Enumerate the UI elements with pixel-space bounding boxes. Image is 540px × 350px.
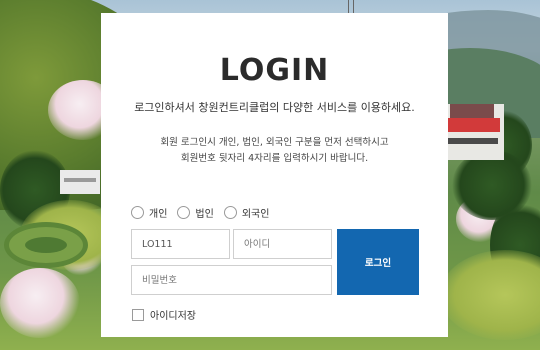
- member-code-field[interactable]: [131, 229, 230, 259]
- user-id-field[interactable]: [233, 229, 332, 259]
- password-field[interactable]: [131, 265, 332, 295]
- login-instructions: 회원 로그인시 개인, 법인, 외국인 구분을 먼저 선택하시고 회원번호 뒷자…: [101, 135, 448, 167]
- login-button[interactable]: 로그인: [337, 229, 419, 295]
- checkbox-icon[interactable]: [132, 308, 144, 321]
- radio-label: 법인: [195, 209, 214, 220]
- page-title: LOGIN: [219, 53, 330, 88]
- cherry-blossom-tree: [0, 268, 80, 338]
- member-type-individual-radio[interactable]: 개인: [131, 205, 167, 220]
- building: [60, 170, 100, 194]
- radio-circle-icon[interactable]: [131, 206, 144, 219]
- clubhouse-windows: [446, 138, 498, 144]
- save-id-label: 아이디저장: [150, 311, 196, 322]
- clubhouse-building: [440, 104, 504, 160]
- login-instructions-line2: 회원번호 뒷자리 4자리를 입력하시기 바랍니다.: [180, 153, 369, 164]
- radio-label: 개인: [149, 209, 168, 220]
- clubhouse-top: [450, 104, 494, 118]
- member-type-foreigner-radio[interactable]: 외국인: [223, 205, 270, 220]
- member-type-corporate-radio[interactable]: 법인: [177, 205, 214, 220]
- login-instructions-line1: 회원 로그인시 개인, 법인, 외국인 구분을 먼저 선택하시고: [160, 137, 389, 148]
- save-id-checkbox[interactable]: 아이디저장: [132, 307, 196, 322]
- member-type-radio-group: 개인 법인 외국인: [131, 205, 269, 220]
- login-subtitle: 로그인하셔서 창원컨트리클럽의 다양한 서비스를 이용하세요.: [134, 101, 415, 114]
- golf-fairway: [440, 250, 540, 340]
- clubhouse-roof: [440, 118, 500, 132]
- golf-green: [4, 222, 88, 268]
- login-card: LOGIN 로그인하셔서 창원컨트리클럽의 다양한 서비스를 이용하세요. 회원…: [101, 13, 448, 337]
- radio-circle-icon[interactable]: [223, 206, 237, 219]
- radio-label: 외국인: [241, 209, 270, 220]
- transmission-tower: [348, 0, 354, 14]
- radio-circle-icon[interactable]: [177, 206, 191, 219]
